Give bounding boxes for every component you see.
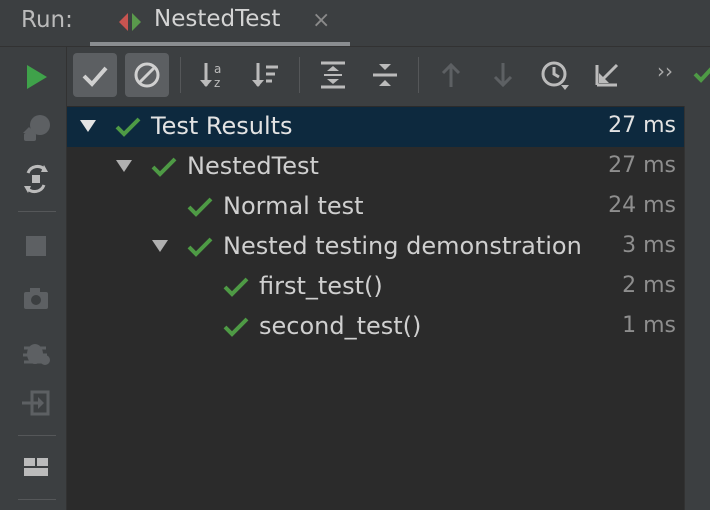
- sort-alpha-icon: a z: [200, 62, 221, 90]
- test-duration: 1 ms: [622, 313, 676, 338]
- layout-icon: [24, 458, 48, 476]
- close-icon[interactable]: ×: [312, 10, 330, 32]
- test-name: first_test(): [259, 272, 383, 300]
- toggle-auto-test-button[interactable]: [14, 157, 58, 201]
- separator: [18, 499, 56, 500]
- collapse-all-icon: [373, 64, 397, 86]
- run-label: Run:: [21, 7, 73, 33]
- separator: [418, 57, 419, 93]
- import-tests-button[interactable]: [14, 381, 58, 425]
- test-passed-icon: [151, 156, 177, 182]
- test-duration: 2 ms: [622, 273, 676, 298]
- expand-arrow-icon[interactable]: [151, 238, 169, 258]
- show-ignored-button[interactable]: [125, 53, 169, 97]
- next-failed-button[interactable]: [481, 53, 525, 97]
- test-name: Normal test: [223, 192, 364, 220]
- test-duration: 3 ms: [622, 233, 676, 258]
- check-icon: [693, 61, 710, 89]
- more-actions-icon[interactable]: ››: [657, 59, 673, 83]
- test-duration: 27 ms: [608, 153, 676, 178]
- tree-row[interactable]: Test Results 27 ms: [67, 107, 684, 147]
- svg-text:z: z: [214, 76, 220, 90]
- tree-row[interactable]: Nested testing demonstration 3 ms: [67, 227, 684, 267]
- export-results-button[interactable]: [585, 53, 629, 97]
- test-passed-icon: [115, 116, 141, 142]
- test-results-tree: Test Results 27 ms NestedTest 27 ms Normal t…: [67, 106, 684, 510]
- test-history-button[interactable]: [533, 53, 577, 97]
- camera-icon: [24, 288, 48, 309]
- collapse-all-button[interactable]: [363, 53, 407, 97]
- expand-arrow-icon[interactable]: [79, 118, 97, 138]
- test-name: NestedTest: [187, 152, 319, 180]
- auto-test-icon: [24, 165, 48, 193]
- clock-icon: [541, 61, 569, 90]
- rerun-failed-button[interactable]: [14, 107, 58, 151]
- test-passed-icon: [187, 196, 213, 222]
- test-name: second_test(): [259, 312, 422, 340]
- run-header: Run: NestedTest ×: [0, 0, 710, 47]
- test-duration: 24 ms: [608, 193, 676, 218]
- stop-button[interactable]: [14, 224, 58, 268]
- test-name: Test Results: [151, 112, 293, 140]
- svg-text:a: a: [214, 62, 221, 76]
- play-icon: [27, 65, 47, 89]
- tab-nestedtest[interactable]: NestedTest ×: [90, 0, 350, 46]
- scrollbar[interactable]: [684, 106, 710, 510]
- tree-row[interactable]: NestedTest 27 ms: [67, 147, 684, 187]
- sort-by-duration-button[interactable]: [244, 53, 288, 97]
- dump-threads-button[interactable]: [14, 277, 58, 321]
- sort-duration-icon: [252, 63, 278, 87]
- test-passed-icon: [223, 276, 249, 302]
- rerun-failed-icon: [23, 115, 50, 141]
- expand-arrow-icon[interactable]: [115, 158, 133, 178]
- tree-row[interactable]: second_test() 1 ms: [67, 307, 684, 347]
- debug-button[interactable]: [14, 330, 58, 374]
- expand-all-icon: [321, 61, 345, 89]
- test-duration: 27 ms: [608, 113, 676, 138]
- arrow-down-icon: [493, 63, 513, 88]
- left-toolbar: [0, 47, 67, 510]
- tab-title: NestedTest: [154, 6, 281, 32]
- active-tab-indicator: [90, 42, 350, 46]
- check-icon: [82, 66, 108, 87]
- separator: [299, 57, 300, 93]
- run-tool-window: Run: NestedTest × a z ›› Test Results 27…: [0, 0, 710, 510]
- layout-button[interactable]: [14, 445, 58, 489]
- ignored-icon: [134, 62, 160, 88]
- test-passed-icon: [223, 316, 249, 342]
- tree-row[interactable]: Normal test 24 ms: [67, 187, 684, 227]
- rerun-button[interactable]: [14, 55, 58, 99]
- bug-icon: [23, 344, 50, 365]
- separator: [18, 211, 56, 212]
- stop-icon: [26, 236, 46, 256]
- separator: [180, 57, 181, 93]
- tree-row[interactable]: first_test() 2 ms: [67, 267, 684, 307]
- show-passed-button[interactable]: [73, 53, 117, 97]
- test-toolbar: a z ››: [67, 47, 710, 105]
- separator: [18, 435, 56, 436]
- arrow-up-icon: [441, 62, 461, 87]
- export-icon: [595, 63, 619, 87]
- sort-alphabetically-button[interactable]: a z: [192, 53, 236, 97]
- expand-all-button[interactable]: [311, 53, 355, 97]
- previous-failed-button[interactable]: [429, 53, 473, 97]
- test-name: Nested testing demonstration: [223, 232, 582, 260]
- import-icon: [22, 390, 50, 416]
- junit-config-icon: [117, 10, 143, 38]
- test-passed-icon: [187, 236, 213, 262]
